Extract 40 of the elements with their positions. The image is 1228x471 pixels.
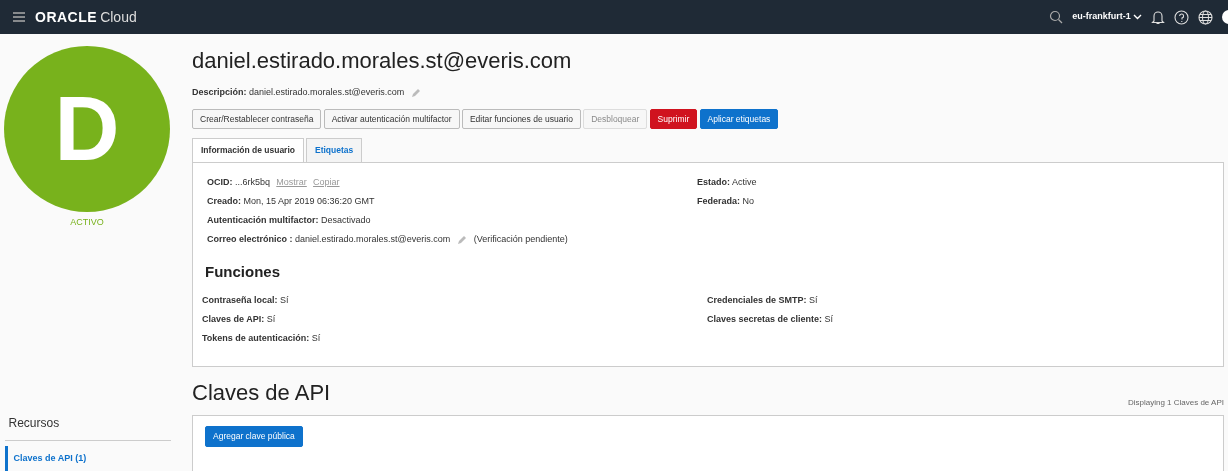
detail-text: Tokens de autenticación: Sí — [202, 332, 321, 346]
region-selector[interactable]: eu-frankfurt-1 — [1072, 10, 1142, 24]
add-key-button[interactable]: Agregar clave pública — [205, 426, 303, 447]
profile-icon[interactable] — [1222, 10, 1228, 24]
menu-icon[interactable] — [12, 11, 26, 23]
logo[interactable]: ORACLE Cloud — [35, 6, 137, 28]
detail-text: Autenticación multifactor: Desactivado — [207, 213, 371, 227]
detail-text: Correo electrónico : daniel.estirado.morales.st@everis.com — [207, 232, 451, 246]
action-button[interactable]: Activar autenticación multifactor — [323, 108, 460, 130]
resource-item[interactable]: Claves de API (1) — [4, 445, 171, 471]
search-icon[interactable] — [1049, 10, 1064, 24]
user-avatar: D — [4, 46, 170, 212]
note-text: (Verificación pendiente) — [473, 232, 568, 246]
user-title: daniel.estirado.morales.st@everis.com — [192, 47, 573, 75]
section-heading: Funciones — [205, 262, 281, 282]
action-button[interactable]: Suprimir — [649, 108, 698, 130]
detail-text: Creado: Mon, 15 Apr 2019 06:36:20 GMT — [207, 194, 375, 208]
link[interactable]: Mostrar — [276, 175, 307, 190]
section-heading: Claves de API — [192, 379, 331, 407]
tab[interactable]: Información de usuario — [192, 138, 304, 162]
description-text: Descripción: daniel.estirado.morales.st@everis.com — [192, 86, 405, 99]
resources-heading: Recursos — [4, 414, 171, 441]
caret-icon[interactable] — [1133, 14, 1142, 20]
link[interactable]: Copiar — [313, 175, 340, 190]
globe-icon[interactable] — [1198, 9, 1213, 25]
detail-text: OCID: ...6rk5bq — [207, 175, 271, 189]
help-icon[interactable] — [1174, 9, 1189, 25]
tab[interactable]: Etiquetas — [306, 138, 363, 162]
detail-text: Federada: No — [697, 194, 755, 208]
detail-text: Claves secretas de cliente: Sí — [707, 313, 834, 327]
detail-text: Estado: Active — [697, 175, 757, 189]
action-button[interactable]: Editar funciones de usuario — [461, 108, 581, 130]
action-button[interactable]: Aplicar etiquetas — [699, 108, 779, 130]
status-label: ACTIVO — [69, 216, 105, 229]
bell-icon[interactable] — [1151, 9, 1165, 25]
action-button[interactable]: Crear/Restablecer contraseña — [192, 108, 322, 130]
detail-text: Contraseña local: Sí — [202, 294, 289, 308]
detail-text: Credenciales de SMTP: Sí — [707, 294, 818, 308]
detail-text: Claves de API: Sí — [202, 313, 276, 327]
count-text: Displaying 1 Claves de API — [1127, 397, 1224, 409]
